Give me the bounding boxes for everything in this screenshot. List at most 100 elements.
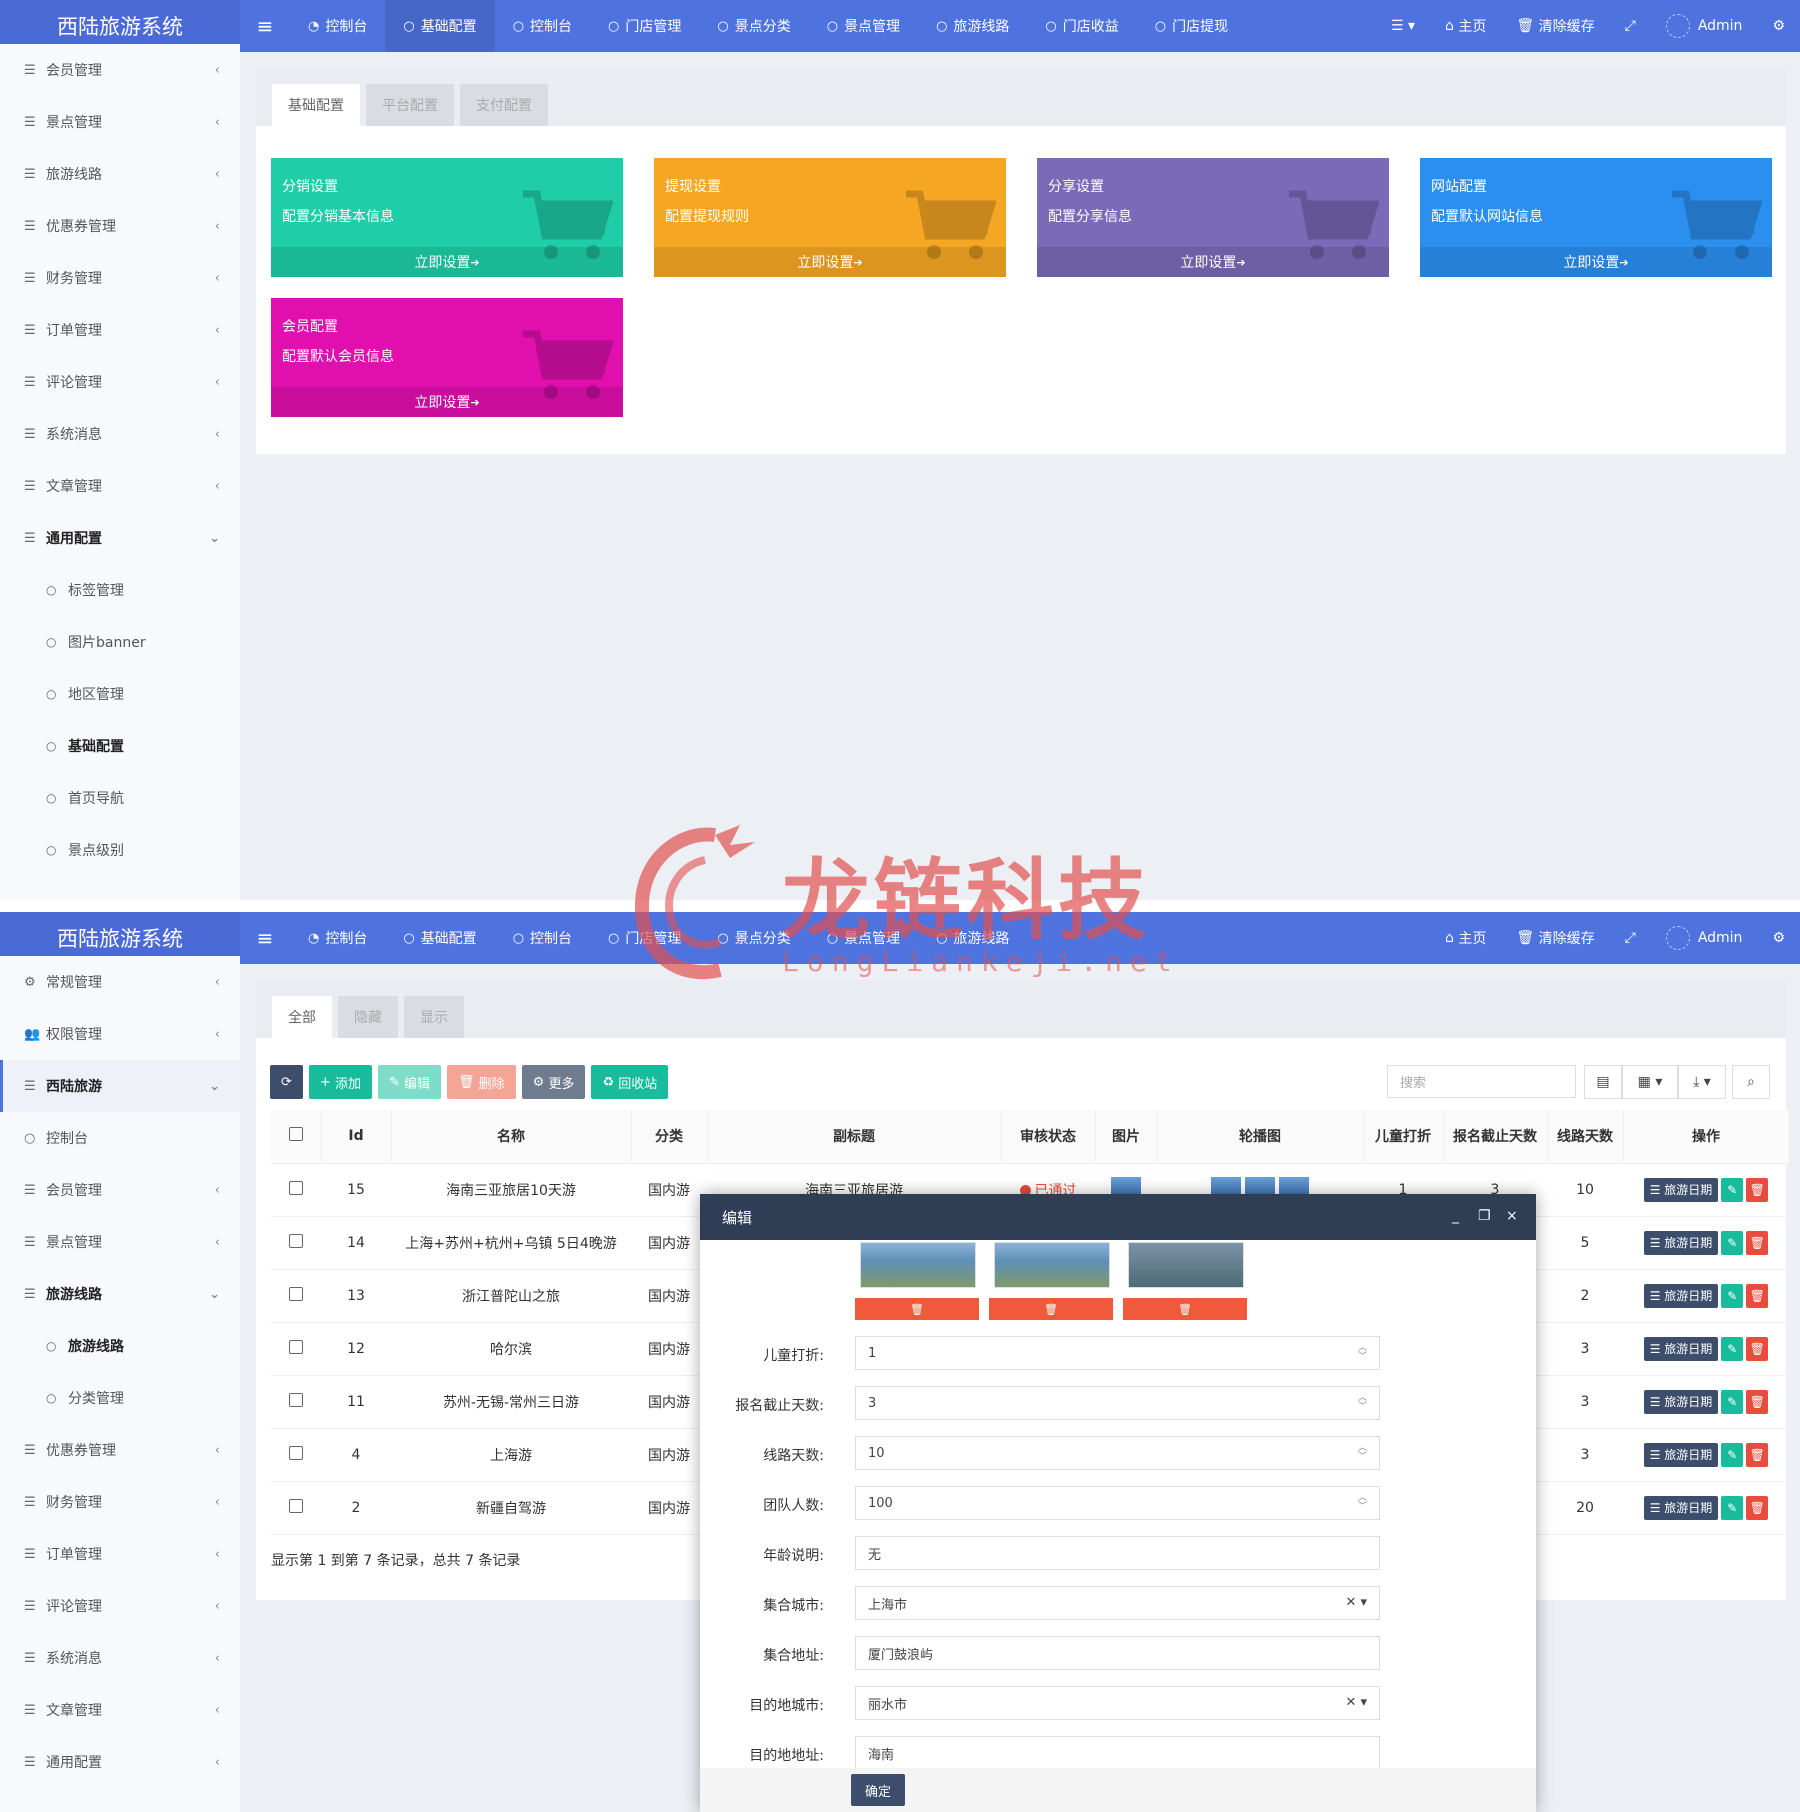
- sidebar-item[interactable]: ○ 旅游线路: [0, 1320, 240, 1372]
- top-tab[interactable]: ○ 基础配置: [385, 912, 494, 964]
- recycle-bin-button[interactable]: ♻ 回收站: [591, 1065, 669, 1099]
- toggle-view-icon[interactable]: ▤: [1584, 1065, 1622, 1099]
- form-input[interactable]: 无: [855, 1536, 1380, 1570]
- form-input[interactable]: 海南: [855, 1736, 1380, 1770]
- edit-row-button[interactable]: ✎: [1721, 1230, 1744, 1255]
- home-link[interactable]: ⌂ 主页: [1430, 0, 1501, 52]
- top-tab[interactable]: ○ 门店管理: [590, 912, 699, 964]
- sidebar-item[interactable]: ☰ 系统消息 ‹: [0, 408, 240, 460]
- columns-icon[interactable]: ▦ ▾: [1622, 1065, 1678, 1099]
- refresh-button[interactable]: ⟳: [270, 1065, 303, 1099]
- column-header[interactable]: 报名截止天数: [1443, 1110, 1548, 1164]
- remove-image-button[interactable]: 🗑: [989, 1298, 1113, 1320]
- close-icon[interactable]: ×: [1506, 1208, 1518, 1224]
- sidebar-item[interactable]: ☰ 订单管理 ‹: [0, 304, 240, 356]
- top-tab[interactable]: ○ 旅游线路: [918, 912, 1027, 964]
- edit-row-button[interactable]: ✎: [1721, 1336, 1744, 1361]
- form-select[interactable]: 丽水市 ✕ ▾: [855, 1686, 1380, 1720]
- top-tab[interactable]: ○ 门店收益: [1027, 0, 1136, 52]
- config-card[interactable]: 提现设置 配置提现规则 立即设置 ➔: [654, 158, 1006, 277]
- row-checkbox[interactable]: [271, 1216, 321, 1270]
- sidebar-item[interactable]: ☰ 通用配置 ‹: [0, 1736, 240, 1788]
- travel-date-button[interactable]: ☰ 旅游日期: [1643, 1336, 1719, 1361]
- menu-toggle-icon[interactable]: ≡: [240, 926, 290, 950]
- column-header[interactable]: 儿童打折: [1363, 1110, 1444, 1164]
- travel-date-button[interactable]: ☰ 旅游日期: [1643, 1177, 1719, 1202]
- stepper-icon[interactable]: ︿ ﹀: [1358, 1444, 1367, 1462]
- column-header[interactable]: 审核状态: [1001, 1110, 1096, 1164]
- tab-basic[interactable]: 基础配置: [272, 84, 360, 126]
- sidebar-item[interactable]: ○ 分类管理: [0, 1372, 240, 1424]
- sidebar-item[interactable]: ☰ 优惠券管理 ‹: [0, 1424, 240, 1476]
- sidebar-item[interactable]: ☰ 财务管理 ‹: [0, 252, 240, 304]
- delete-row-button[interactable]: 🗑: [1746, 1442, 1769, 1467]
- form-input[interactable]: 100 ︿ ﹀: [855, 1486, 1380, 1520]
- sidebar-item[interactable]: ☰ 旅游线路 ⌄: [0, 1268, 240, 1320]
- form-input[interactable]: 1 ︿ ﹀: [855, 1336, 1380, 1370]
- card-setup-link[interactable]: 立即设置 ➔: [1420, 247, 1772, 277]
- config-card[interactable]: 网站配置 配置默认网站信息 立即设置 ➔: [1420, 158, 1772, 277]
- form-input[interactable]: 10 ︿ ﹀: [855, 1436, 1380, 1470]
- config-card[interactable]: 会员配置 配置默认会员信息 立即设置 ➔: [271, 298, 623, 417]
- top-tab[interactable]: ○ 控制台: [495, 0, 590, 52]
- more-button[interactable]: ⚙ 更多: [521, 1065, 586, 1099]
- sidebar-item[interactable]: ☰ 通用配置 ⌄: [0, 512, 240, 564]
- travel-date-button[interactable]: ☰ 旅游日期: [1643, 1495, 1719, 1520]
- delete-button[interactable]: 🗑 删除: [447, 1065, 516, 1099]
- sidebar-item[interactable]: ☰ 评论管理 ‹: [0, 356, 240, 408]
- stepper-icon[interactable]: ︿ ﹀: [1358, 1394, 1367, 1412]
- fullscreen-icon[interactable]: ⤢: [1610, 912, 1651, 964]
- stepper-icon[interactable]: ︿ ﹀: [1358, 1494, 1367, 1512]
- edit-row-button[interactable]: ✎: [1721, 1442, 1744, 1467]
- sidebar-item[interactable]: ☰ 系统消息 ‹: [0, 1632, 240, 1684]
- delete-row-button[interactable]: 🗑: [1746, 1336, 1769, 1361]
- sidebar-subitem[interactable]: ○ 地区管理: [0, 668, 240, 720]
- tab-payment[interactable]: 支付配置: [460, 84, 548, 126]
- top-tab[interactable]: ○ 门店提现: [1137, 0, 1246, 52]
- edit-button[interactable]: ✎ 编辑: [377, 1065, 441, 1099]
- export-icon[interactable]: ⤓ ▾: [1678, 1065, 1726, 1099]
- user-menu[interactable]: Admin: [1651, 912, 1758, 964]
- row-checkbox[interactable]: [271, 1269, 321, 1323]
- sidebar-item[interactable]: 👥 权限管理 ‹: [0, 1008, 240, 1060]
- column-header[interactable]: 线路天数: [1547, 1110, 1624, 1164]
- card-setup-link[interactable]: 立即设置 ➔: [271, 387, 623, 417]
- tab-hidden[interactable]: 隐藏: [338, 996, 398, 1038]
- column-header[interactable]: Id: [321, 1110, 392, 1164]
- top-tab[interactable]: ○ 控制台: [495, 912, 590, 964]
- sidebar-item[interactable]: ☰ 优惠券管理 ‹: [0, 200, 240, 252]
- maximize-icon[interactable]: ❐: [1478, 1208, 1491, 1224]
- sidebar-subitem[interactable]: ○ 标签管理: [0, 564, 240, 616]
- user-menu[interactable]: Admin: [1651, 0, 1758, 52]
- tab-visible[interactable]: 显示: [404, 996, 464, 1038]
- clear-cache-button[interactable]: 🗑 清除缓存: [1501, 0, 1609, 52]
- travel-date-button[interactable]: ☰ 旅游日期: [1643, 1389, 1719, 1414]
- row-checkbox[interactable]: [271, 1375, 321, 1429]
- delete-row-button[interactable]: 🗑: [1746, 1177, 1769, 1202]
- top-tab[interactable]: ○ 景点分类: [699, 912, 808, 964]
- top-tab[interactable]: ○ 景点分类: [699, 0, 808, 52]
- column-header[interactable]: 图片: [1095, 1110, 1158, 1164]
- stepper-icon[interactable]: ︿ ﹀: [1358, 1344, 1367, 1362]
- sidebar-subitem[interactable]: ○ 图片banner: [0, 616, 240, 668]
- form-input[interactable]: 厦门鼓浪屿: [855, 1636, 1380, 1670]
- sidebar-item[interactable]: ☰ 文章管理 ‹: [0, 1684, 240, 1736]
- settings-gear-icon[interactable]: ⚙: [1757, 0, 1800, 52]
- sidebar-subitem[interactable]: ○ 基础配置: [0, 720, 240, 772]
- travel-date-button[interactable]: ☰ 旅游日期: [1643, 1442, 1719, 1467]
- sidebar-item[interactable]: ☰ 文章管理 ‹: [0, 460, 240, 512]
- form-select[interactable]: 上海市 ✕ ▾: [855, 1586, 1380, 1620]
- sidebar-item[interactable]: ⚙ 常规管理 ‹: [0, 956, 240, 1008]
- remove-image-button[interactable]: 🗑: [1123, 1298, 1247, 1320]
- column-header[interactable]: 名称: [391, 1110, 632, 1164]
- select-all-checkbox[interactable]: [271, 1110, 322, 1164]
- delete-row-button[interactable]: 🗑: [1746, 1283, 1769, 1308]
- sidebar-item[interactable]: ☰ 景点管理 ‹: [0, 1216, 240, 1268]
- tab-all[interactable]: 全部: [272, 996, 332, 1038]
- top-tab[interactable]: ○ 景点管理: [809, 0, 918, 52]
- sidebar-item[interactable]: ○ 控制台: [0, 1112, 240, 1164]
- confirm-button[interactable]: 确定: [851, 1774, 905, 1806]
- clear-cache-button[interactable]: 🗑 清除缓存: [1501, 912, 1609, 964]
- delete-row-button[interactable]: 🗑: [1746, 1230, 1769, 1255]
- clear-select-icon[interactable]: ✕ ▾: [1345, 1595, 1367, 1610]
